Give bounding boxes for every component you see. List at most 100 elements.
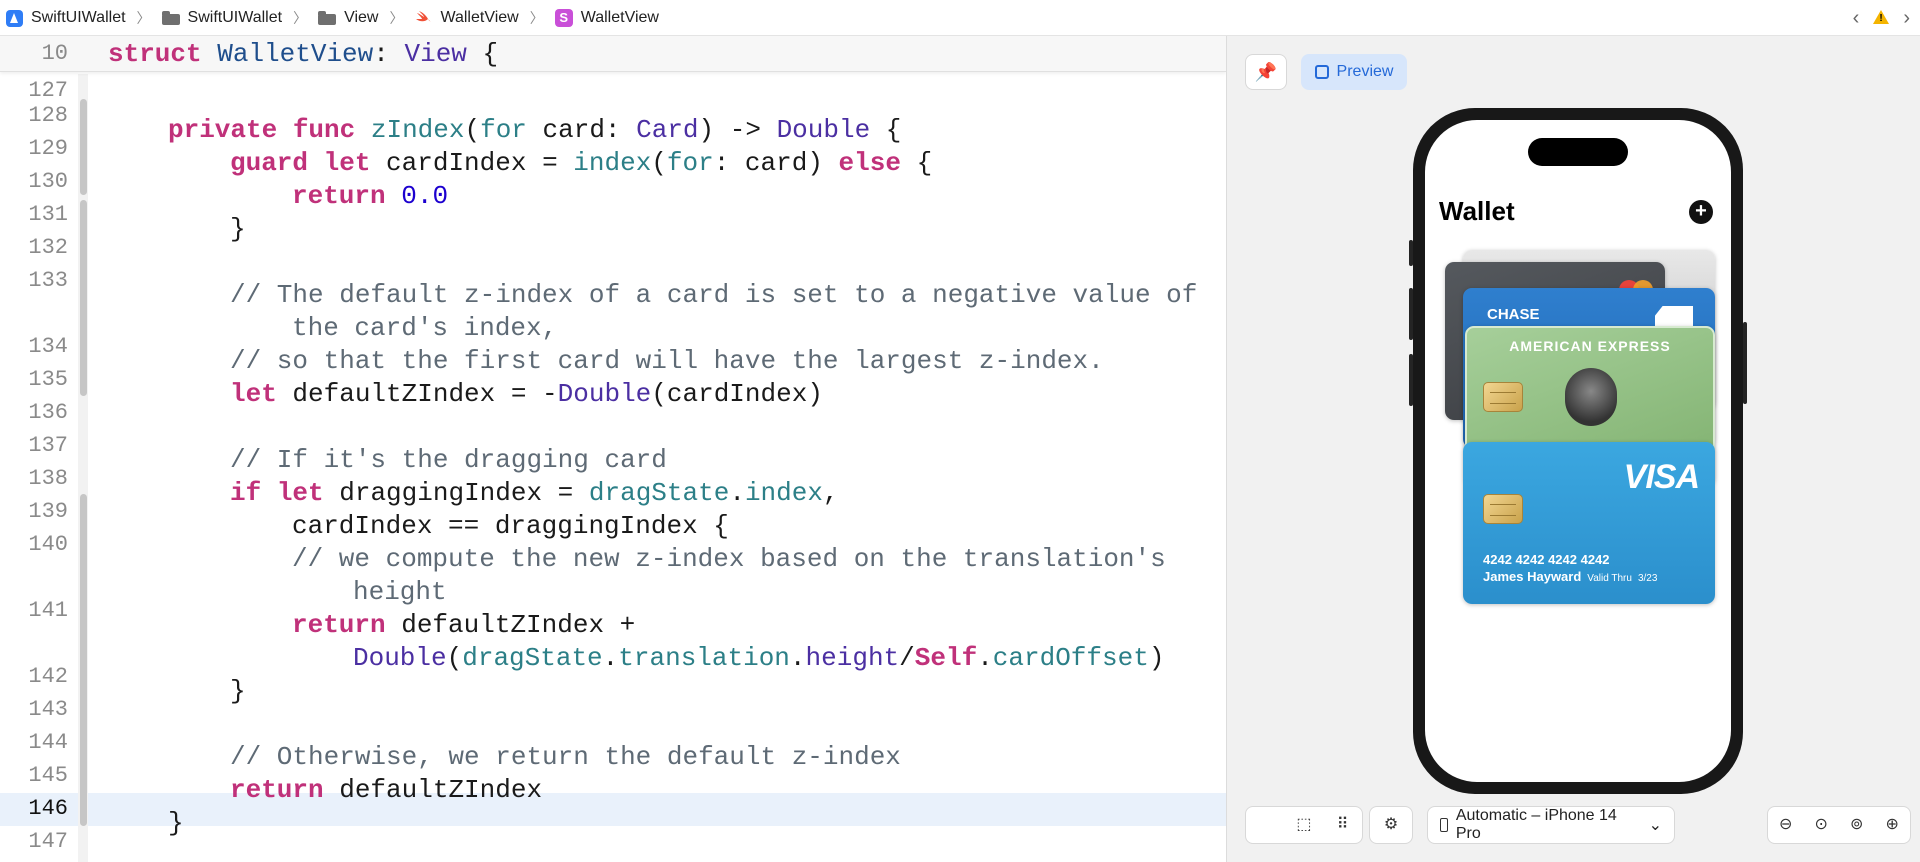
property-name: translation <box>618 643 790 673</box>
visa-valid-label: Valid Thru <box>1587 573 1632 584</box>
cursor-icon: ⬚ <box>1296 816 1312 833</box>
breadcrumb-folder[interactable]: View <box>318 9 378 27</box>
line-number: 147 <box>28 829 68 854</box>
code-line-129[interactable]: guard let cardIndex = index(for: card) e… <box>230 147 932 180</box>
amex-centurion-icon <box>1565 368 1617 426</box>
code-comment-133[interactable]: // The default z-index of a card is set … <box>230 279 1197 312</box>
zoom-in-button[interactable]: ⊕ <box>1877 810 1907 840</box>
chip-icon <box>1483 494 1523 524</box>
zoom-fit-icon: ⊚ <box>1850 816 1864 833</box>
preview-button[interactable]: Preview <box>1301 54 1407 90</box>
breadcrumb-project-label: SwiftUIWallet <box>31 9 126 26</box>
code-line-139[interactable]: cardIndex == draggingIndex { <box>292 510 729 543</box>
chevron-right-icon: 〉 <box>293 10 308 26</box>
visa-logo: VISA <box>1623 458 1700 496</box>
breadcrumb: SwiftUIWallet 〉 SwiftUIWallet 〉 View 〉 W… <box>6 0 659 36</box>
code-text: , <box>822 478 839 508</box>
zoom-out-button[interactable]: ⊖ <box>1771 810 1801 840</box>
live-mode-button[interactable] <box>1250 810 1280 840</box>
code-text: . <box>602 643 619 673</box>
code-line-130[interactable]: return 0.0 <box>292 180 448 213</box>
forward-chevron-icon[interactable]: › <box>1903 7 1910 30</box>
line-number: 143 <box>28 697 68 722</box>
keyword: let <box>323 148 371 178</box>
code-comment-133-wrap[interactable]: the card's index, <box>292 312 557 345</box>
code-comment-137[interactable]: // If it's the dragging card <box>230 444 667 477</box>
code-line-135[interactable]: let defaultZIndex = -Double(cardIndex) <box>230 378 823 411</box>
code-text: { <box>900 148 933 178</box>
line-number: 132 <box>28 235 68 260</box>
device-settings-button[interactable]: ⚙ <box>1369 806 1413 844</box>
warning-icon[interactable]: ! <box>1873 7 1890 30</box>
property-name: cardOffset <box>992 643 1149 673</box>
line-number: 129 <box>28 136 68 161</box>
app-screen[interactable]: Wallet + CHASE AMERICAN EXPRESS VISA 424… <box>1425 120 1731 782</box>
type-name: Double <box>353 643 447 673</box>
line-number: 138 <box>28 466 68 491</box>
line-number: 144 <box>28 730 68 755</box>
preview-button-label: Preview <box>1336 63 1394 80</box>
line-number: 130 <box>28 169 68 194</box>
visa-card-holder: James Hayward Valid Thru 3/23 <box>1483 569 1657 584</box>
line-number-current: 146 <box>28 796 68 821</box>
zoom-to-fit-button[interactable]: ⊚ <box>1842 810 1872 840</box>
zoom-to-100-button[interactable]: ⊙ <box>1806 810 1836 840</box>
keyword: return <box>292 610 386 640</box>
property-name: dragState <box>588 478 730 508</box>
folder-icon <box>161 11 180 25</box>
power-button <box>1743 322 1747 404</box>
volume-down-button <box>1409 354 1413 406</box>
code-comment-134[interactable]: // so that the first card will have the … <box>230 345 1104 378</box>
keyword: let <box>230 379 277 409</box>
code-line-131[interactable]: } <box>230 213 246 246</box>
preview-mode-group: ⬚ ⠿ <box>1245 806 1363 844</box>
breadcrumb-symbol[interactable]: S WalletView <box>554 9 659 27</box>
canvas-toolbar: ⬚ ⠿ ⚙ Automatic – iPhone 14 Pro ⌄ ⊖ ⊙ ⊚ … <box>1227 806 1920 850</box>
keyword: let <box>276 478 324 508</box>
code-comment-140-wrap[interactable]: height <box>353 576 447 609</box>
code-text: defaultZIndex = - <box>276 379 558 409</box>
code-comment-140[interactable]: // we compute the new z-index based on t… <box>292 543 1166 576</box>
code-line-128[interactable]: private func zIndex(for card: Card) -> D… <box>168 114 901 147</box>
argument-label: for <box>480 115 527 145</box>
breadcrumb-project[interactable]: SwiftUIWallet <box>6 9 126 27</box>
back-chevron-icon[interactable]: ‹ <box>1853 7 1860 30</box>
iphone-device-frame: Wallet + CHASE AMERICAN EXPRESS VISA 424… <box>1409 108 1747 794</box>
keyword: if <box>230 478 262 508</box>
line-number-gutter: 127 128 129 130 131 132 133 134 135 136 … <box>0 36 88 862</box>
visa-valid-date: 3/23 <box>1637 573 1658 584</box>
variants-button[interactable]: ⠿ <box>1328 810 1358 840</box>
sticky-scope-header[interactable]: 10 struct WalletView: View { <box>0 36 1226 72</box>
function-name: index <box>573 148 652 178</box>
code-line-141-wrap[interactable]: Double(dragState.translation.height/Self… <box>353 642 1164 675</box>
code-line-138[interactable]: if let draggingIndex = dragState.index, <box>230 477 839 510</box>
swift-icon <box>416 11 432 22</box>
line-number: 134 <box>28 334 68 359</box>
pin-preview-button[interactable]: 📌 <box>1245 54 1287 90</box>
card-visa[interactable]: VISA 4242 4242 4242 4242 James Hayward Va… <box>1463 442 1715 604</box>
keyword: func <box>292 115 356 145</box>
code-text: . <box>789 643 806 673</box>
code-line-146[interactable]: } <box>168 807 184 840</box>
zoom-out-icon: ⊖ <box>1779 816 1793 833</box>
selectable-mode-button[interactable]: ⬚ <box>1289 810 1319 840</box>
code-line-141[interactable]: return defaultZIndex + <box>292 609 635 642</box>
breadcrumb-folder-label: View <box>344 9 379 26</box>
property-name: height <box>805 643 900 673</box>
code-editor[interactable]: 127 128 129 130 131 132 133 134 135 136 … <box>0 36 1226 862</box>
code-comment-144[interactable]: // Otherwise, we return the default z-in… <box>230 741 901 774</box>
code-line-142[interactable]: } <box>230 675 246 708</box>
add-card-icon[interactable]: + <box>1689 200 1713 224</box>
breadcrumb-file[interactable]: WalletView <box>414 9 519 27</box>
device-picker[interactable]: Automatic – iPhone 14 Pro ⌄ <box>1427 806 1675 844</box>
property-name: dragState <box>462 643 603 673</box>
line-number: 136 <box>28 400 68 425</box>
chevron-right-icon: 〉 <box>389 10 404 26</box>
visa-holder-name: James Hayward <box>1483 569 1582 584</box>
action-button <box>1409 240 1413 266</box>
preview-canvas: 📌 Preview Wallet + CHASE AMERICAN EXPRES… <box>1226 36 1920 862</box>
code-text: . <box>977 643 993 673</box>
breadcrumb-group[interactable]: SwiftUIWallet <box>161 9 282 27</box>
code-line-145[interactable]: return defaultZIndex <box>230 774 542 807</box>
code-text: ) -> <box>698 115 777 145</box>
